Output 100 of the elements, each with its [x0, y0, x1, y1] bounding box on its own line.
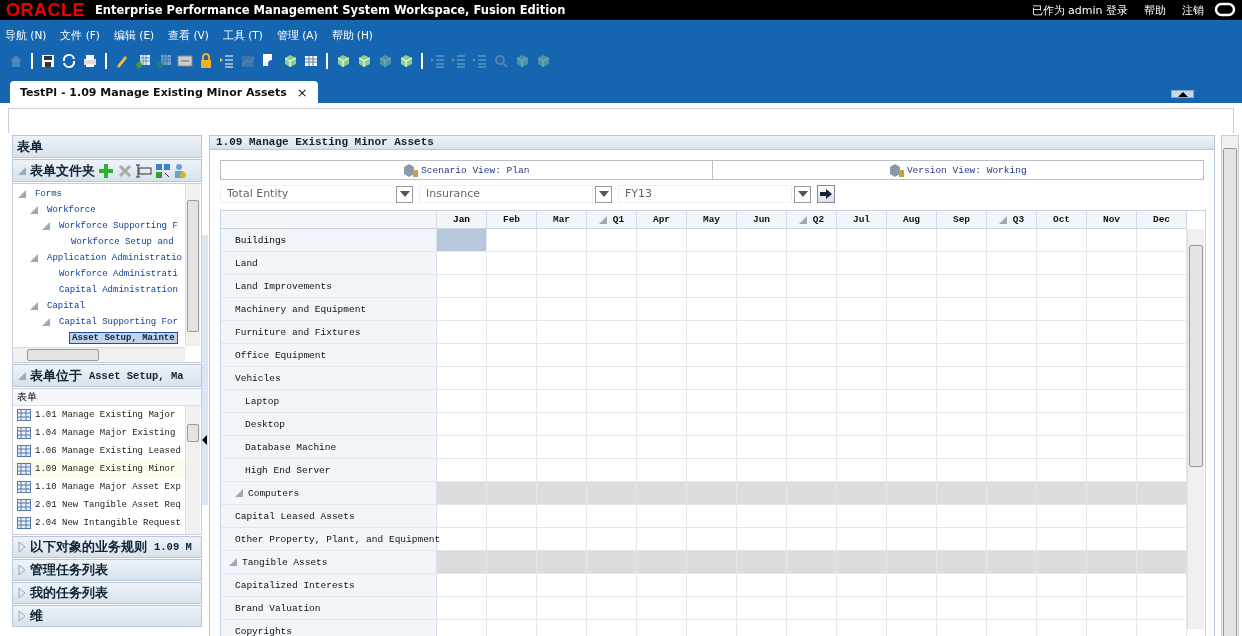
pov-cell[interactable]: Version View: Working [711, 161, 1203, 179]
scrollbar[interactable] [185, 406, 200, 534]
expand-triangle-icon[interactable] [235, 488, 244, 498]
print-icon[interactable] [82, 53, 98, 69]
data-cell[interactable] [987, 551, 1037, 573]
expand-triangle-icon[interactable] [998, 215, 1007, 224]
header-link[interactable]: 帮助 [1144, 2, 1166, 18]
column-header[interactable]: Apr [637, 211, 687, 228]
user-key-icon[interactable] [174, 162, 186, 179]
data-cell[interactable] [737, 482, 787, 504]
data-cell[interactable] [587, 482, 637, 504]
close-icon[interactable]: × [296, 84, 308, 100]
column-header[interactable]: Dec [1137, 211, 1187, 228]
expand-triangle-icon[interactable] [29, 253, 39, 263]
column-header[interactable]: Q3 [987, 211, 1037, 228]
tree-item[interactable]: Application Administratio [45, 253, 185, 263]
cube-icon[interactable] [377, 53, 393, 69]
form-list-item[interactable]: 2.01 New Tangible Asset Req [13, 496, 186, 514]
save-icon[interactable] [40, 53, 56, 69]
data-cell[interactable] [887, 551, 937, 573]
menu-item[interactable]: 帮助 (H) [331, 29, 373, 47]
header-link[interactable]: 已作为 admin 登录 [1031, 2, 1128, 18]
info-icon[interactable] [261, 53, 277, 69]
row-header[interactable]: Capital Leased Assets [221, 505, 437, 527]
tree-item[interactable]: Capital [45, 301, 87, 311]
row-header[interactable]: Tangible Assets [221, 551, 437, 573]
row-header[interactable]: Laptop [221, 390, 437, 412]
refresh-icon[interactable] [61, 53, 77, 69]
dropdown-field[interactable]: FY13 [618, 185, 792, 203]
section-header[interactable]: 表单位于 Asset Setup, Ma [12, 364, 202, 387]
expand-triangle-icon[interactable] [229, 557, 238, 567]
menu-item[interactable]: 查看 (V) [168, 29, 209, 47]
menu-item[interactable]: 管理 (A) [276, 29, 318, 47]
pencil-icon[interactable] [114, 53, 130, 69]
pov-cell[interactable]: Scenario View: Plan [221, 161, 712, 179]
data-cell[interactable] [637, 482, 687, 504]
column-header[interactable]: Q2 [787, 211, 837, 228]
list-icon[interactable] [219, 53, 235, 69]
data-cell[interactable] [1087, 551, 1137, 573]
column-header[interactable]: Feb [487, 211, 537, 228]
data-cell[interactable] [937, 551, 987, 573]
data-cell[interactable] [737, 551, 787, 573]
tree-item[interactable]: Workforce Supporting F [57, 221, 180, 231]
cube-icon[interactable] [356, 53, 372, 69]
data-cell[interactable] [787, 482, 837, 504]
dropdown-field[interactable]: Total Entity [220, 185, 394, 203]
data-cell[interactable] [537, 482, 587, 504]
tree-item[interactable]: Capital Administration [57, 285, 180, 295]
menu-item[interactable]: 导航 (N) [5, 29, 47, 47]
row-header[interactable]: Land [221, 252, 437, 274]
column-header[interactable]: Mar [537, 211, 587, 228]
cube-icon[interactable] [335, 53, 351, 69]
row-header[interactable]: Office Equipment [221, 344, 437, 366]
page-scrollbar[interactable] [1221, 135, 1239, 636]
section-header[interactable]: 以下对象的业务规则 1.09 M [12, 536, 202, 558]
column-header[interactable]: Sep [937, 211, 987, 228]
form-list-item[interactable]: 2.04 New Intangible Request [13, 514, 186, 532]
tree-item[interactable]: Workforce Administrati [57, 269, 180, 279]
row-header[interactable]: High End Server [221, 459, 437, 481]
data-cell[interactable] [437, 551, 487, 573]
data-cell[interactable] [637, 551, 687, 573]
section-header[interactable]: 维 [12, 605, 202, 627]
row-header[interactable]: Other Property, Plant, and Equipment [221, 528, 437, 550]
data-cell[interactable] [1037, 551, 1087, 573]
data-cell[interactable] [437, 229, 487, 251]
data-cell[interactable] [937, 482, 987, 504]
grid-icon[interactable] [156, 53, 172, 69]
dropdown-field[interactable]: Insurance [419, 185, 593, 203]
scrollbar[interactable] [1187, 229, 1204, 629]
document-tab[interactable]: TestPl - 1.09 Manage Existing Minor Assets × [10, 81, 318, 103]
row-header[interactable]: Computers [221, 482, 437, 504]
data-cell[interactable] [1087, 482, 1137, 504]
column-header[interactable]: Jan [437, 211, 487, 228]
splitter-handle[interactable] [202, 235, 208, 505]
section-header[interactable]: 表单文件夹 [12, 159, 202, 182]
data-cell[interactable] [837, 551, 887, 573]
section-header[interactable]: 管理任务列表 [12, 559, 202, 581]
tree-item[interactable]: Capital Supporting For [57, 317, 180, 327]
collapse-button[interactable] [1171, 90, 1194, 98]
data-cell[interactable] [1137, 551, 1187, 573]
tree-item[interactable]: Workforce [45, 205, 98, 215]
horizontal-scrollbar[interactable] [13, 347, 185, 362]
row-header[interactable]: Copyrights [221, 620, 437, 636]
column-header[interactable]: May [687, 211, 737, 228]
home-icon[interactable] [8, 53, 24, 69]
expand-triangle-icon[interactable] [17, 189, 27, 199]
row-header[interactable]: Capitalized Interests [221, 574, 437, 596]
filter-icon[interactable] [430, 53, 446, 69]
data-cell[interactable] [487, 551, 537, 573]
chart-icon[interactable] [240, 53, 256, 69]
rename-icon[interactable] [136, 162, 152, 179]
data-cell[interactable] [587, 551, 637, 573]
collapse-arrow-icon[interactable] [202, 435, 207, 445]
data-cell[interactable] [987, 482, 1037, 504]
dropdown-button[interactable] [794, 185, 811, 203]
filter-icon[interactable] [451, 53, 467, 69]
data-cell[interactable] [837, 482, 887, 504]
tree-item[interactable]: Asset Setup, Mainte [69, 332, 178, 344]
expand-triangle-icon[interactable] [598, 215, 607, 224]
row-header[interactable]: Land Improvements [221, 275, 437, 297]
